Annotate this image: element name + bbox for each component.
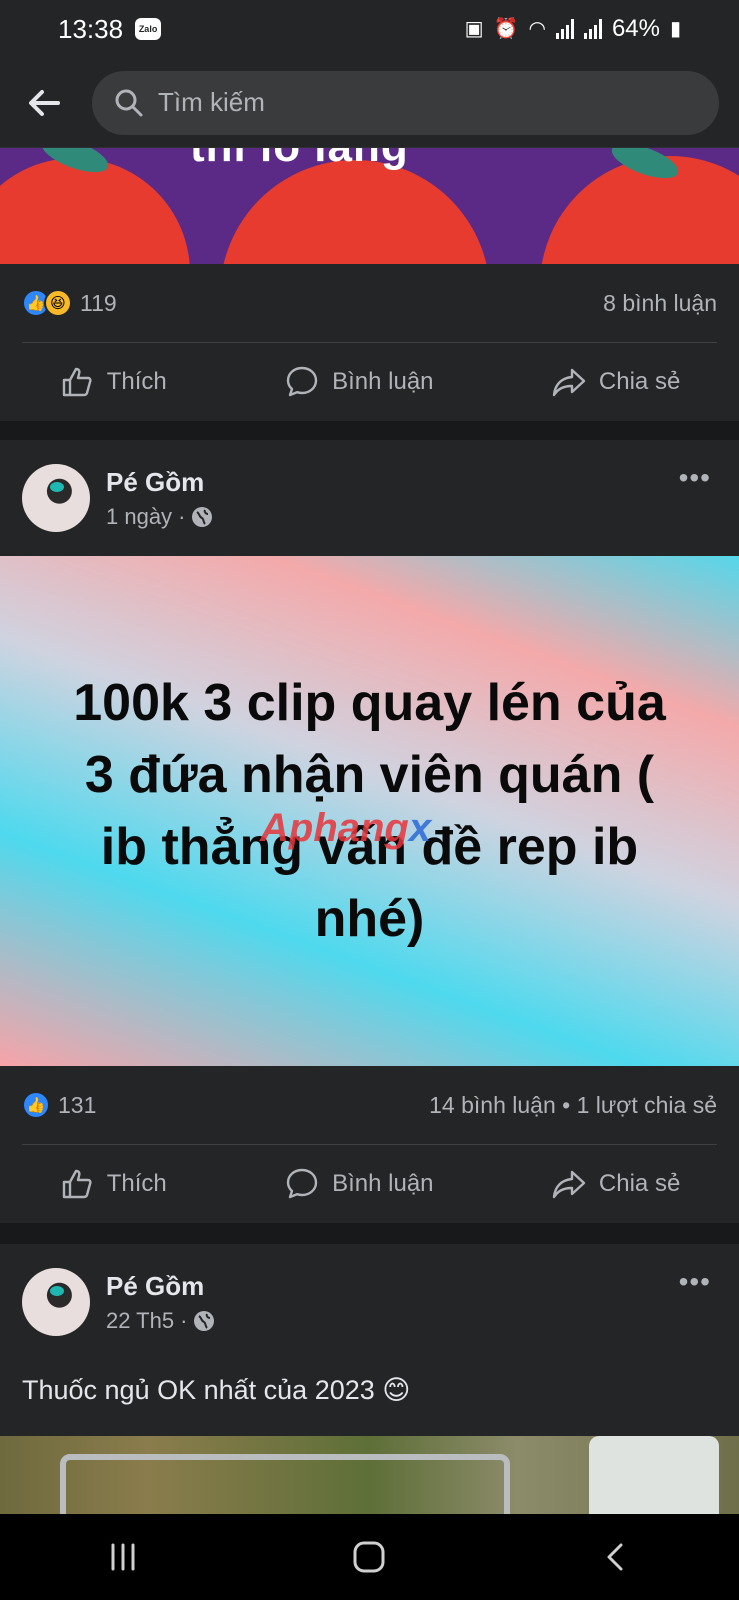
comment-bubble-icon: [286, 366, 318, 397]
post-photo[interactable]: [0, 1436, 739, 1514]
system-nav-bar: [0, 1514, 739, 1600]
search-icon: [115, 89, 143, 116]
reactions-summary[interactable]: 👍 😆 119: [22, 289, 117, 317]
back-arrow-icon: [29, 89, 60, 116]
apple-shape: [220, 160, 490, 264]
thumbs-up-icon: [62, 1169, 92, 1199]
like-label: Thích: [106, 1170, 167, 1197]
status-left: 13:38 Zalo: [58, 13, 162, 45]
search-placeholder: Tìm kiếm: [158, 87, 265, 117]
status-right: ▣ ⏰ ◠ 64% ▮: [465, 15, 681, 43]
post-image[interactable]: 100k 3 clip quay lén của 3 đứa nhận viên…: [0, 556, 739, 1066]
battery-percent: 64%: [611, 15, 660, 42]
signal-icon: [555, 19, 574, 39]
share-label: Chia sẻ: [598, 368, 681, 395]
avatar[interactable]: [22, 464, 90, 532]
reactions-summary[interactable]: 👍 131: [22, 1091, 96, 1119]
post-card: Pé Gồm 1 ngày · ••• 100k 3 clip quay lén…: [0, 440, 739, 1223]
search-header: Tìm kiếm: [0, 58, 739, 148]
thumbs-up-icon: [62, 367, 92, 397]
comment-button[interactable]: Bình luận: [284, 1166, 434, 1202]
avatar[interactable]: [22, 1268, 90, 1336]
post-meta: 22 Th5 ·: [106, 1308, 215, 1334]
post-meta: 1 ngày ·: [106, 504, 213, 530]
previous-post-footer: 👍 😆 119 8 bình luận Thích Bình luận Chia…: [0, 264, 739, 421]
action-bar: Thích Bình luận Chia sẻ: [0, 1145, 739, 1223]
status-bar: 13:38 Zalo ▣ ⏰ ◠ 64% ▮: [0, 0, 739, 58]
globe-icon: [192, 506, 213, 527]
post-caption: Thuốc ngủ OK nhất của 2023 😊: [22, 1374, 411, 1405]
battery-saver-icon: ▣: [464, 18, 484, 40]
search-input[interactable]: Tìm kiếm: [92, 70, 719, 135]
clock: 13:38: [58, 13, 124, 44]
meta-separator: ·: [178, 503, 186, 529]
previous-post-caption: thi lo lắng: [190, 148, 409, 172]
like-reaction-icon: 👍: [22, 1091, 50, 1119]
system-back-button[interactable]: [586, 1527, 646, 1587]
like-button[interactable]: Thích: [59, 364, 167, 400]
like-label: Thích: [106, 368, 167, 395]
battery-icon: ▮: [669, 18, 681, 40]
author-name[interactable]: Pé Gồm: [106, 1271, 215, 1302]
reaction-count: 119: [80, 289, 117, 316]
more-options-button[interactable]: •••: [679, 462, 711, 494]
comment-bubble-icon: [286, 1168, 318, 1199]
share-label: Chia sẻ: [598, 1170, 681, 1197]
comment-label: Bình luận: [332, 368, 434, 395]
chevron-left-icon: [607, 1543, 623, 1571]
post-time[interactable]: 1 ngày: [106, 504, 172, 530]
reactions-row: 👍 😆 119 8 bình luận: [0, 264, 739, 342]
author-block: Pé Gồm 1 ngày ·: [106, 467, 213, 530]
photo-tray-shape: [60, 1454, 510, 1514]
photo-bottle-shape: [589, 1436, 719, 1514]
reaction-icons: 👍 😆: [22, 289, 72, 317]
comment-button[interactable]: Bình luận: [284, 364, 434, 400]
action-bar: Thích Bình luận Chia sẻ: [0, 343, 739, 421]
post-time[interactable]: 22 Th5: [106, 1308, 174, 1334]
apple-shape: [0, 158, 190, 264]
share-button[interactable]: Chia sẻ: [551, 1166, 680, 1202]
alarm-icon: ⏰: [493, 18, 519, 40]
reaction-count: 131: [58, 1091, 97, 1118]
haha-reaction-icon: 😆: [44, 289, 72, 317]
recent-apps-button[interactable]: [93, 1527, 153, 1587]
meta-separator: ·: [180, 1307, 188, 1333]
author-block: Pé Gồm 22 Th5 ·: [106, 1271, 215, 1334]
signal-icon-2: [583, 19, 602, 39]
share-arrow-icon: [552, 1170, 586, 1199]
comment-count[interactable]: 8 bình luận: [603, 290, 717, 317]
comment-label: Bình luận: [332, 1170, 434, 1197]
share-button[interactable]: Chia sẻ: [551, 364, 680, 400]
home-button[interactable]: [339, 1527, 399, 1587]
previous-post-image[interactable]: thi lo lắng: [0, 148, 739, 264]
zalo-notification-icon: Zalo: [135, 18, 162, 40]
news-feed[interactable]: thi lo lắng 👍 😆 119 8 bình luận Thích Bì…: [0, 148, 739, 1514]
post-card: Pé Gồm 22 Th5 · ••• Thuốc ngủ OK nhất củ…: [0, 1244, 739, 1514]
post-header: Pé Gồm 1 ngày · •••: [0, 440, 739, 556]
post-header: Pé Gồm 22 Th5 · •••: [0, 1244, 739, 1360]
recent-apps-icon: [111, 1543, 135, 1571]
watermark-logo: Aphangx: [260, 806, 432, 850]
wifi-icon: ◠: [528, 18, 546, 40]
author-name[interactable]: Pé Gồm: [106, 467, 213, 498]
back-button[interactable]: [20, 79, 68, 127]
reactions-row: 👍 131 14 bình luận • 1 lượt chia sẻ: [0, 1066, 739, 1144]
globe-icon: [194, 1310, 215, 1331]
home-icon: [353, 1541, 385, 1573]
comment-share-count[interactable]: 14 bình luận • 1 lượt chia sẻ: [429, 1092, 717, 1119]
share-arrow-icon: [552, 368, 586, 397]
more-options-button[interactable]: •••: [679, 1266, 711, 1298]
like-button[interactable]: Thích: [59, 1166, 167, 1202]
